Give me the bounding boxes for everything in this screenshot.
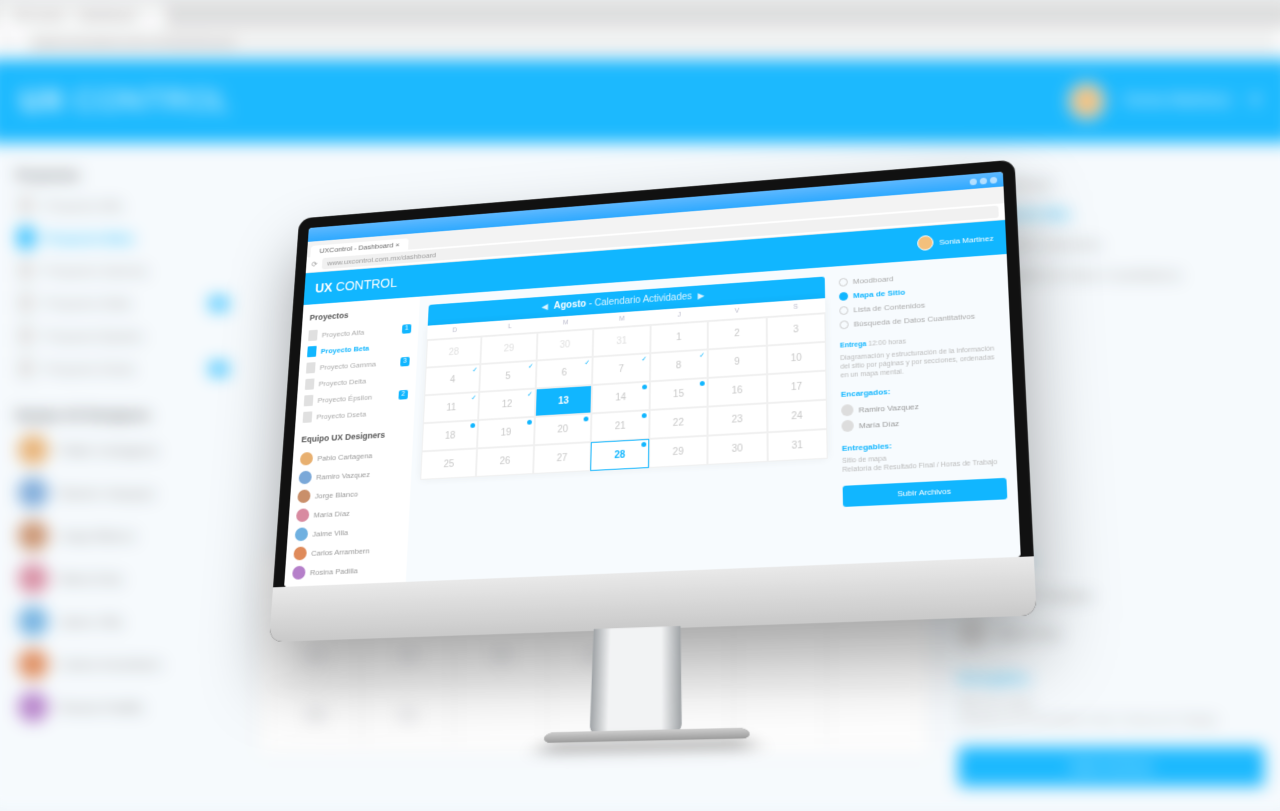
avatar [297,489,311,503]
team-member[interactable]: Rosina Padilla [292,558,400,582]
calendar-day[interactable]: 2 [708,317,767,349]
calendar-day[interactable]: 9 [708,345,767,377]
calendar-day[interactable]: 27 [533,442,591,474]
event-dot-icon [641,413,646,418]
imac-mockup: UXControl - Dashboard × ⟳www.uxcontrol.c… [269,159,1037,641]
check-icon: ✓ [584,358,590,366]
event-dot-icon [527,419,532,424]
detail-panel: Moodboard Mapa de Sitio Lista de Conteni… [835,253,1021,563]
calendar-day[interactable]: 24 [767,399,827,432]
upload-button[interactable]: Subir Archivos [843,477,1008,506]
app-screenshot: UXControl - Dashboard × ⟳www.uxcontrol.c… [284,171,1021,586]
calendar-day[interactable]: 7✓ [592,353,650,385]
radio-icon [839,305,848,314]
avatar [841,420,854,432]
next-month-icon[interactable]: ▶ [698,290,705,301]
apple-logo-icon [626,588,648,615]
calendar-day[interactable]: 18 [422,420,479,451]
calendar-subtitle: Calendario Actividades [594,291,692,308]
radio-icon [840,320,849,329]
calendar-day[interactable]: 29 [481,332,538,363]
calendar-day[interactable]: 6✓ [536,356,593,388]
avatar [298,470,312,484]
user-name[interactable]: Sonia Martinez [939,233,994,246]
calendar-day[interactable]: 19 [477,416,534,448]
event-dot-icon [642,384,647,389]
calendar-day[interactable]: 30 [536,328,593,360]
calendar-day[interactable]: 16 [708,374,767,406]
sidebar: Proyectos Proyecto Alfa1 Proyecto Beta P… [284,296,420,586]
calendar-day[interactable]: 31 [593,325,650,357]
calendar-panel: ◀ Agosto - Calendario Actividades ▶ DLMM… [406,266,840,581]
calendar-day[interactable]: 13 [535,384,593,416]
avatar [300,451,314,465]
radio-icon [839,291,848,300]
calendar-day[interactable]: 1 [650,321,708,353]
calendar-day[interactable]: 22 [649,406,708,438]
prev-month-icon[interactable]: ◀ [541,301,548,312]
calendar-month: Agosto [554,299,587,311]
calendar-day[interactable]: 25 [420,448,477,480]
document-icon [306,362,316,373]
calendar-day[interactable]: 20 [534,413,592,445]
avatar [295,527,309,541]
document-icon [303,411,313,423]
check-icon: ✓ [472,366,478,374]
check-icon: ✓ [699,351,705,359]
avatar [293,546,307,560]
calendar-day[interactable]: 10 [766,341,826,373]
radio-icon [839,277,848,286]
app-logo: UX CONTROL [315,275,398,295]
check-icon: ✓ [527,390,533,398]
check-icon: ✓ [471,393,477,401]
event-dot-icon [641,441,646,446]
calendar-day[interactable]: 28 [590,438,649,470]
document-icon [308,329,318,340]
reload-icon[interactable]: ⟳ [311,260,317,268]
calendar-day[interactable]: 23 [708,403,767,435]
event-dot-icon [584,416,589,421]
calendar-day[interactable]: 31 [767,429,828,462]
event-dot-icon [700,380,705,385]
check-icon: ✓ [528,362,534,370]
description: Diagramación y estructuración de la info… [840,344,1001,380]
document-icon [304,394,314,406]
calendar-day[interactable]: 8✓ [650,349,708,381]
calendar-day[interactable]: 12✓ [479,388,536,420]
calendar-day[interactable]: 29 [649,435,708,467]
calendar-day[interactable]: 11✓ [423,391,480,422]
event-dot-icon [471,423,476,428]
calendar-day[interactable]: 30 [708,432,768,465]
document-icon [305,378,315,389]
user-avatar[interactable] [917,234,934,250]
calendar-day[interactable]: 28 [426,336,482,367]
calendar-grid: DLMMJVS 282930311234✓5✓6✓7✓8✓91011✓12✓13… [420,298,827,480]
calendar-day[interactable]: 26 [476,445,534,477]
check-icon: ✓ [641,355,647,363]
avatar [292,565,306,579]
avatar [841,404,853,416]
document-icon [307,345,317,356]
calendar-day[interactable]: 14 [592,381,650,413]
imac-stand [543,621,728,762]
calendar-day[interactable]: 3 [766,313,826,345]
avatar [296,508,310,522]
calendar-day[interactable]: 21 [591,410,649,442]
calendar-day[interactable]: 4✓ [424,364,480,395]
calendar-day[interactable]: 17 [767,370,827,403]
imac-screen-bezel: UXControl - Dashboard × ⟳www.uxcontrol.c… [269,159,1037,641]
projects-heading: Proyectos [309,306,412,322]
team-heading: Equipo UX Designers [301,428,406,443]
calendar-day[interactable]: 15 [649,377,707,409]
calendar-day[interactable]: 5✓ [480,360,537,391]
